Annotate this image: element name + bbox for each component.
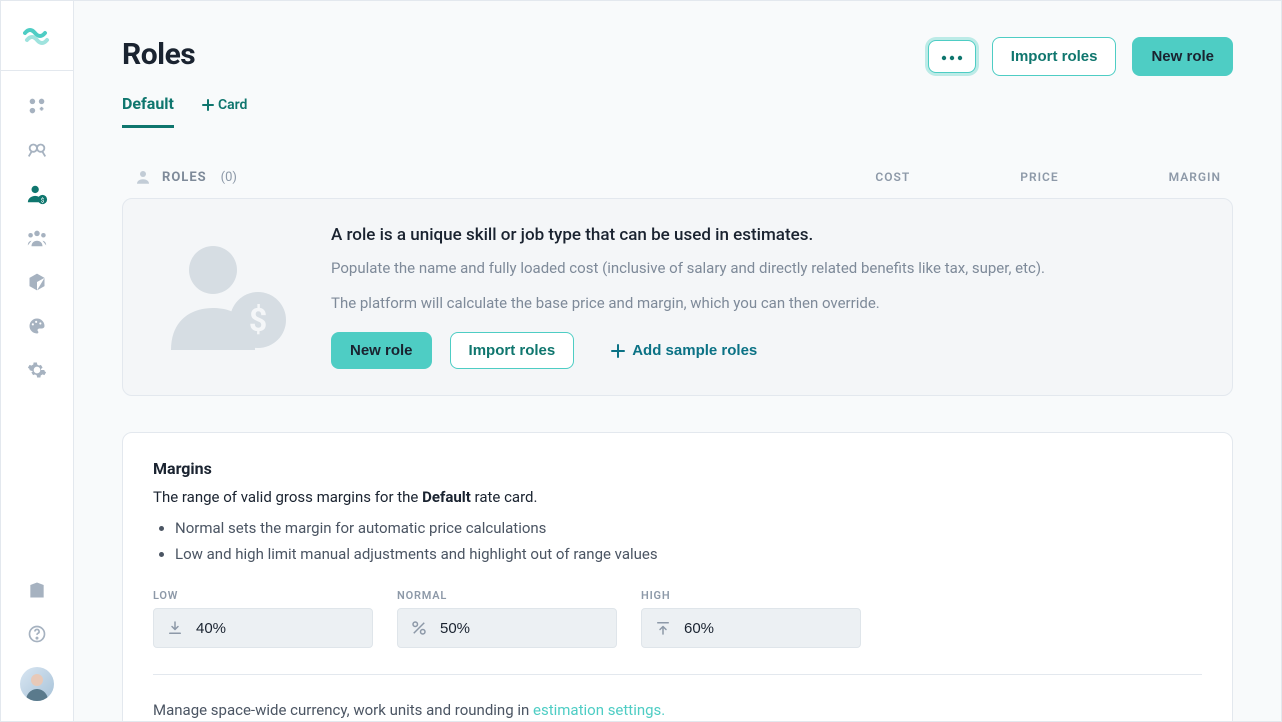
margins-title: Margins: [153, 459, 1202, 478]
col-price: PRICE: [1020, 170, 1058, 184]
empty-line2: The platform will calculate the base pri…: [331, 292, 1045, 315]
plus-icon: [202, 99, 214, 111]
empty-state-body: A role is a unique skill or job type tha…: [331, 225, 1045, 369]
high-field: HIGH: [641, 589, 861, 648]
empty-line1: Populate the name and fully loaded cost …: [331, 257, 1045, 280]
sidebar-item-watch[interactable]: [26, 139, 48, 161]
empty-actions: New role Import roles Add sample roles: [331, 332, 1045, 369]
user-icon: [134, 168, 152, 186]
margins-panel: Margins The range of valid gross margins…: [122, 432, 1233, 721]
sidebar-item-package[interactable]: [26, 271, 48, 293]
column-headers: COST PRICE MARGIN: [875, 170, 1221, 184]
normal-field: NORMAL: [397, 589, 617, 648]
percent-icon: [410, 619, 428, 637]
list-header: ROLES (0) COST PRICE MARGIN: [122, 168, 1233, 186]
normal-input[interactable]: [438, 619, 604, 638]
sidebar-nav: $: [1, 71, 73, 559]
logo[interactable]: [1, 1, 73, 71]
sidebar-item-building[interactable]: [26, 579, 48, 601]
low-label: LOW: [153, 589, 373, 602]
svg-text:$: $: [249, 301, 267, 339]
normal-label: NORMAL: [397, 589, 617, 602]
logo-icon: [23, 26, 51, 46]
margins-bullet1: Normal sets the margin for automatic pri…: [175, 516, 1202, 542]
high-input[interactable]: [682, 619, 848, 638]
tabs: Default Card: [122, 90, 1233, 128]
sidebar-item-settings[interactable]: [26, 359, 48, 381]
user-avatar[interactable]: [20, 667, 54, 701]
add-card-label: Card: [218, 97, 247, 113]
empty-state-card: $ A role is a unique skill or job type t…: [122, 198, 1233, 396]
add-sample-label: Add sample roles: [632, 342, 757, 359]
tab-default[interactable]: Default: [122, 90, 174, 128]
more-menu-button[interactable]: [928, 40, 976, 73]
header-actions: Import roles New role: [928, 37, 1233, 76]
sidebar-item-palette[interactable]: [26, 315, 48, 337]
sidebar-item-help[interactable]: [26, 623, 48, 645]
margins-bullets: Normal sets the margin for automatic pri…: [153, 516, 1202, 567]
col-margin: MARGIN: [1169, 170, 1221, 184]
empty-import-button[interactable]: Import roles: [450, 332, 575, 369]
main-content: Roles Import roles New role Default Card…: [74, 1, 1281, 721]
add-sample-roles-button[interactable]: Add sample roles: [592, 333, 775, 368]
margins-subtitle: The range of valid gross margins for the…: [153, 488, 1202, 506]
empty-new-role-button[interactable]: New role: [331, 332, 432, 369]
empty-headline: A role is a unique skill or job type tha…: [331, 225, 1045, 245]
import-roles-button[interactable]: Import roles: [992, 37, 1117, 76]
margins-bullet2: Low and high limit manual adjustments an…: [175, 542, 1202, 568]
list-count: (0): [221, 170, 237, 185]
sidebar-bottom: [1, 559, 73, 721]
new-role-button[interactable]: New role: [1132, 37, 1233, 76]
arrow-down-bar-icon: [166, 619, 184, 637]
col-cost: COST: [875, 170, 910, 184]
add-card-button[interactable]: Card: [202, 90, 247, 128]
page-header: Roles Import roles New role: [122, 37, 1233, 76]
margin-fields: LOW NORMAL HIGH: [153, 589, 1202, 648]
margins-footer: Manage space-wide currency, work units a…: [153, 701, 1202, 719]
high-label: HIGH: [641, 589, 861, 602]
low-input[interactable]: [194, 619, 360, 638]
svg-text:$: $: [41, 196, 45, 204]
plus-icon: [610, 343, 626, 359]
page-title: Roles: [122, 37, 195, 72]
sidebar: $: [1, 1, 74, 721]
arrow-up-bar-icon: [654, 619, 672, 637]
panel-divider: [153, 674, 1202, 675]
sidebar-item-roles[interactable]: $: [26, 183, 48, 205]
sidebar-item-team[interactable]: [26, 227, 48, 249]
low-field: LOW: [153, 589, 373, 648]
estimation-settings-link[interactable]: estimation settings.: [533, 701, 665, 719]
list-title: ROLES: [162, 170, 207, 185]
empty-illustration: $: [153, 225, 303, 355]
dots-icon: [941, 55, 963, 61]
sidebar-item-dashboard[interactable]: [26, 95, 48, 117]
